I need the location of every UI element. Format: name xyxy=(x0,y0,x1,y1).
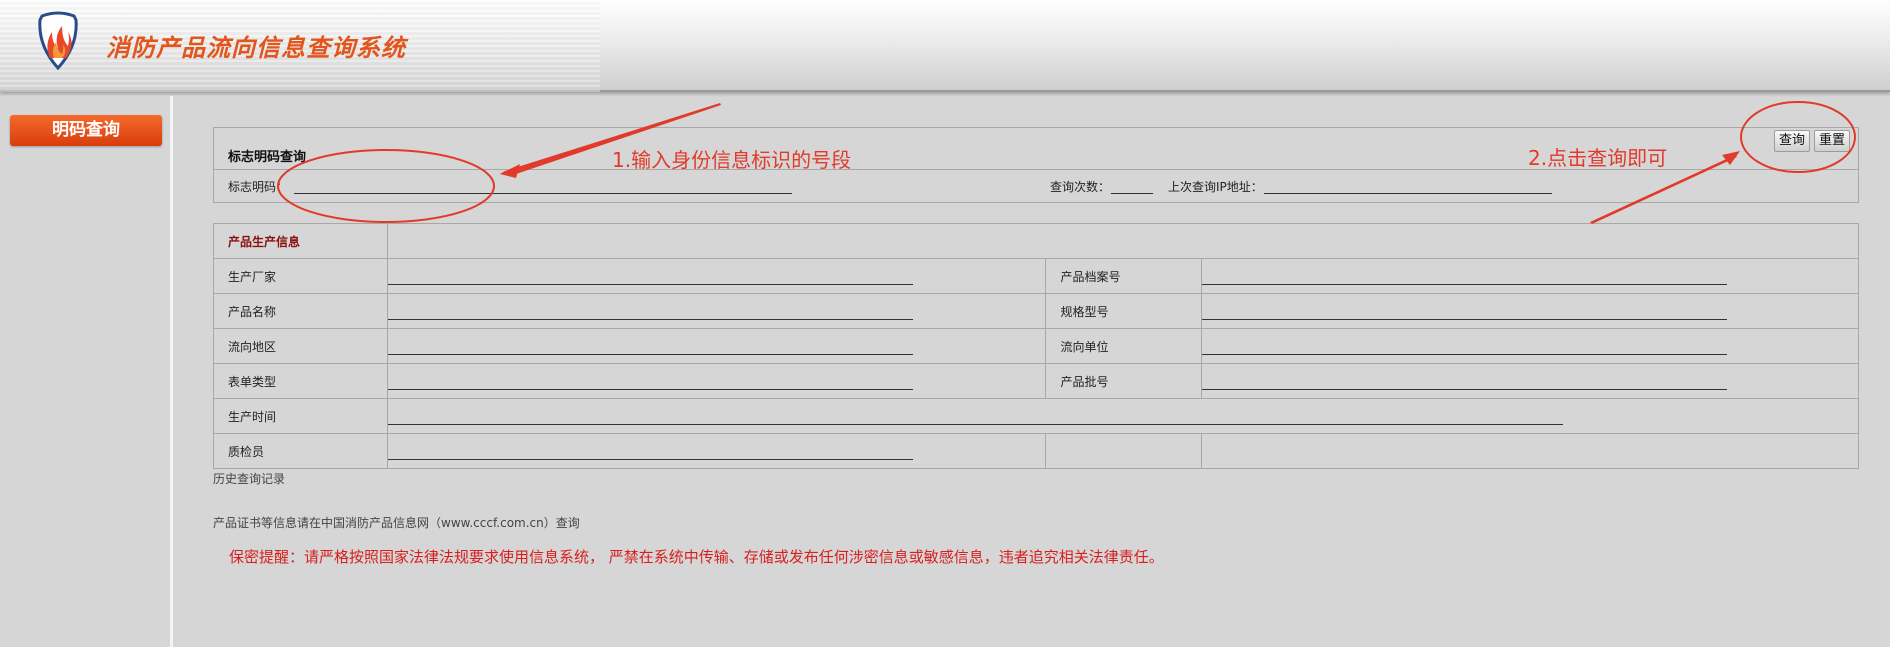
row-label: 质检员 xyxy=(213,433,388,469)
security-warning: 保密提醒：请严格按照国家法律法规要求使用信息系统， 严禁在系统中传输、存储或发布… xyxy=(229,548,1164,566)
table-row: 质检员 xyxy=(213,433,1859,469)
sidebar: 明码查询 xyxy=(0,96,173,647)
table-row: 生产时间 xyxy=(213,398,1860,434)
row-label: 流向地区 xyxy=(213,328,388,364)
product-info-table: 产品生产信息 生产厂家 产品档案号 产品名称 规格型号 流向地区 流向单位 表单… xyxy=(213,223,1860,469)
table-row: 产品生产信息 xyxy=(213,223,1860,259)
history-link[interactable]: 历史查询记录 xyxy=(213,470,285,487)
table-row: 产品名称 规格型号 xyxy=(213,293,1859,329)
step1-annotation: 1.输入身份信息标识的号段 xyxy=(612,148,852,172)
code-input[interactable] xyxy=(294,176,792,194)
code-label: 标志明码： xyxy=(228,180,289,194)
section-title: 产品生产信息 xyxy=(213,223,388,259)
row-label: 产品档案号 xyxy=(1045,258,1203,294)
row-label: 流向单位 xyxy=(1045,328,1203,364)
sidebar-item-code-query[interactable]: 明码查询 xyxy=(10,115,162,146)
last-ip-label: 上次查询IP地址： xyxy=(1168,180,1263,194)
query-count-label: 查询次数： xyxy=(1050,180,1111,194)
app-header: 消防产品流向信息查询系统 xyxy=(0,0,1890,92)
last-ip-value xyxy=(1264,176,1552,194)
search-panel-title: 标志明码查询 xyxy=(228,150,307,165)
row-label: 生产厂家 xyxy=(213,258,388,294)
app-title: 消防产品流向信息查询系统 xyxy=(106,34,406,62)
row-label: 表单类型 xyxy=(213,363,388,399)
fire-shield-logo xyxy=(38,11,78,71)
cert-note: 产品证书等信息请在中国消防产品信息网（www.cccf.com.cn）查询 xyxy=(213,516,580,530)
table-row: 流向地区 流向单位 xyxy=(213,328,1859,364)
row-label: 规格型号 xyxy=(1045,293,1203,329)
query-count-value xyxy=(1111,176,1153,194)
query-button[interactable]: 查询 xyxy=(1774,130,1811,152)
reset-button[interactable]: 重置 xyxy=(1814,130,1851,152)
row-label: 产品批号 xyxy=(1045,363,1203,399)
row-label: 生产时间 xyxy=(213,398,388,434)
row-label: 产品名称 xyxy=(213,293,388,329)
main-content: 标志明码查询 标志明码： 查询次数： 上次查询IP地址： 查询 重置 产品生产信… xyxy=(177,96,1890,647)
table-row: 生产厂家 产品档案号 xyxy=(213,258,1859,294)
step2-annotation: 2.点击查询即可 xyxy=(1528,146,1668,170)
table-row: 表单类型 产品批号 xyxy=(213,363,1859,399)
